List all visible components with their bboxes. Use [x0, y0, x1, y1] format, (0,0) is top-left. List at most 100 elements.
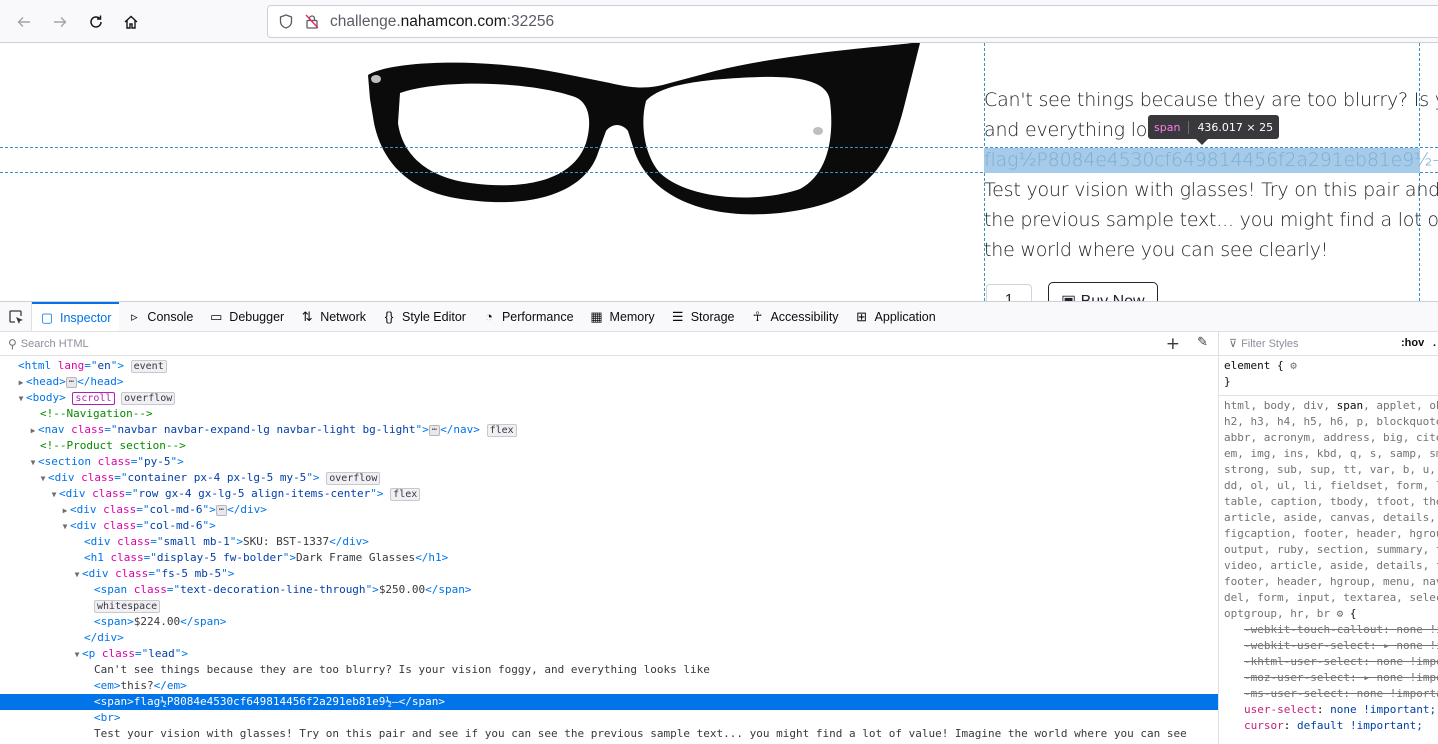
collapse-toggle-icon[interactable]: ▼	[16, 391, 26, 407]
url-bar[interactable]: challenge.nahamcon.com:32256	[267, 5, 1438, 38]
insecure-lock-icon[interactable]	[304, 14, 320, 30]
tab-storage[interactable]: ☰ Storage	[663, 302, 743, 331]
css-declaration[interactable]: user-select: none !important;	[1224, 702, 1438, 718]
tree-node[interactable]: <em>this?</em>	[0, 678, 1218, 694]
expand-toggle-icon[interactable]: ▶	[28, 423, 38, 439]
tab-console[interactable]: ▹ Console	[119, 302, 201, 331]
collapsed-children-icon[interactable]: ⋯	[215, 504, 228, 516]
badge-flex[interactable]: flex	[390, 487, 421, 501]
expand-toggle-icon[interactable]: ▶	[16, 375, 26, 391]
tree-node[interactable]: ▼ <div class="container px-4 px-lg-5 my-5…	[0, 470, 1218, 486]
filter-icon: ⊽	[1229, 338, 1238, 350]
flag-span-text: flag½P8084e4530cf649814456f2a291eb81e9½—	[984, 149, 1438, 171]
tree-text-node[interactable]: Test your vision with glasses! Try on th…	[0, 726, 1218, 742]
inspector-icon: ▢	[40, 309, 54, 325]
url-text[interactable]: challenge.nahamcon.com:32256	[330, 13, 554, 31]
style-editor-icon: {}	[384, 309, 394, 324]
glasses-product-image	[368, 43, 920, 215]
rules-content: element { ⚙ } html, body, div, span, app…	[1219, 356, 1438, 734]
tree-node[interactable]: ▶ <head> ⋯ </head>	[0, 374, 1218, 390]
selector-line: figcaption, footer, header, hgrou	[1224, 527, 1438, 540]
hov-toggle[interactable]: :hov	[1401, 337, 1424, 349]
collapse-toggle-icon[interactable]: ▼	[72, 567, 82, 583]
rule-selector-last[interactable]: optgroup, hr, br ⚙ {	[1224, 606, 1438, 622]
selector-line: strong, sub, sup, tt, var, b, u,	[1224, 463, 1436, 476]
tree-node[interactable]: </div>	[0, 630, 1218, 646]
tab-network[interactable]: ⇅ Network	[292, 302, 374, 331]
search-html-input[interactable]: Search HTML	[21, 338, 89, 350]
css-declaration[interactable]: cursor: default !important;	[1224, 718, 1438, 734]
tree-node[interactable]: <span class="text-decoration-line-throug…	[0, 582, 1218, 598]
console-icon: ▹	[131, 308, 138, 324]
badge-overflow[interactable]: overflow	[121, 391, 176, 405]
element-rule[interactable]: element { ⚙	[1224, 358, 1438, 374]
back-button[interactable]	[10, 8, 38, 36]
tab-accessibility[interactable]: ☥ Accessibility	[742, 302, 846, 331]
badge-overflow[interactable]: overflow	[326, 471, 381, 485]
reload-button[interactable]	[82, 8, 110, 36]
badge-scroll[interactable]: scroll	[72, 391, 115, 405]
tree-node[interactable]: ▶ <nav class="navbar navbar-expand-lg nav…	[0, 422, 1218, 438]
tree-node[interactable]: ▶ <div class="col-md-6"> ⋯ </div>	[0, 502, 1218, 518]
collapsed-children-icon[interactable]: ⋯	[428, 424, 441, 436]
element-size-tooltip: span 436.017 × 25	[1148, 115, 1280, 139]
tree-node[interactable]: <span>$224.00</span>	[0, 614, 1218, 630]
tree-node[interactable]: <h1 class="display-5 fw-bolder">Dark Fra…	[0, 550, 1218, 566]
gear-icon[interactable]: ⚙	[1290, 359, 1297, 372]
eyedropper-icon[interactable]: ✎	[1197, 335, 1208, 350]
tab-application[interactable]: ⊞ Application	[847, 302, 944, 331]
badge-flex[interactable]: flex	[486, 423, 517, 437]
badge-whitespace[interactable]: whitespace	[94, 599, 161, 613]
collapsed-children-icon[interactable]: ⋯	[65, 376, 78, 388]
collapse-toggle-icon[interactable]: ▼	[60, 519, 70, 535]
tree-node[interactable]: <!--Product section-->	[0, 438, 1218, 454]
css-declaration[interactable]: -webkit-user-select: ▸ none !i	[1224, 638, 1438, 654]
dom-tree: <html lang="en"> event ▶ <head> ⋯ </head> ▼…	[0, 356, 1218, 742]
buy-now-button[interactable]: ▣ Buy Now	[1048, 282, 1158, 301]
css-declaration[interactable]: -webkit-touch-callout: none !i	[1224, 622, 1438, 638]
css-declaration[interactable]: -ms-user-select: none !importa	[1224, 686, 1438, 702]
shield-icon[interactable]	[278, 14, 294, 30]
tree-node[interactable]: ▼ <div class="fs-5 mb-5">	[0, 566, 1218, 582]
network-icon: ⇅	[301, 308, 313, 324]
arrow-right-icon	[54, 17, 67, 27]
collapse-toggle-icon[interactable]: ▼	[28, 455, 38, 471]
tree-node-selected[interactable]: <span>flag½P8084e4530cf649814456f2a291eb…	[0, 694, 1218, 710]
collapse-toggle-icon[interactable]: ▼	[38, 471, 48, 487]
tree-node[interactable]: ▼ <section class="py-5">	[0, 454, 1218, 470]
tab-inspector[interactable]: ▢ Inspector	[32, 302, 120, 331]
forward-button[interactable]	[46, 8, 74, 36]
add-node-icon[interactable]: +	[1166, 334, 1180, 354]
selector-line: footer, header, hgroup, menu, nav	[1224, 575, 1438, 588]
home-button[interactable]	[117, 8, 145, 36]
tree-node[interactable]: <div class="small mb-1">SKU: BST-1337</d…	[0, 534, 1218, 550]
gear-icon[interactable]: ⚙	[1337, 607, 1344, 620]
filter-styles-input[interactable]: Filter Styles	[1241, 338, 1298, 350]
badge-event[interactable]: event	[130, 359, 167, 373]
tree-text-node[interactable]: Can't see things because they are too bl…	[0, 662, 1218, 678]
lead-text-line: the previous sample text... you might fi…	[984, 209, 1438, 231]
storage-icon: ☰	[671, 308, 684, 324]
tab-performance[interactable]: ◔ Performance	[474, 302, 582, 331]
tree-node[interactable]: ▼ <p class="lead">	[0, 646, 1218, 662]
element-picker-button[interactable]	[0, 302, 32, 331]
cls-toggle[interactable]: .	[1433, 337, 1436, 349]
tab-style-editor[interactable]: {} Style Editor	[374, 302, 474, 331]
tree-node[interactable]: ▼ <div class="row gx-4 gx-lg-5 align-item…	[0, 486, 1218, 502]
collapse-toggle-icon[interactable]: ▼	[49, 487, 59, 503]
tree-node[interactable]: <!--Navigation-->	[0, 406, 1218, 422]
css-declaration[interactable]: -moz-user-select: ▸ none !impo	[1224, 670, 1438, 686]
quantity-input[interactable]: 1	[986, 284, 1032, 301]
collapse-toggle-icon[interactable]: ▼	[72, 647, 82, 663]
selector-line: video, article, aside, details, f	[1224, 559, 1438, 572]
tree-node[interactable]: ▼ <div class="col-md-6">	[0, 518, 1218, 534]
tree-node[interactable]: <html lang="en"> event	[0, 358, 1218, 374]
tab-memory[interactable]: ▦ Memory	[582, 302, 663, 331]
tooltip-tag: span	[1154, 120, 1190, 134]
expand-toggle-icon[interactable]: ▶	[60, 503, 70, 519]
tab-debugger[interactable]: ▭ Debugger	[201, 302, 292, 331]
css-declaration[interactable]: -khtml-user-select: none !impo	[1224, 654, 1438, 670]
tree-node[interactable]: <br>	[0, 710, 1218, 726]
rule-selector-list[interactable]: html, body, div, span, applet, ob h2, h3,…	[1224, 398, 1438, 606]
tree-node[interactable]: ▼ <body> scroll overflow	[0, 390, 1218, 406]
